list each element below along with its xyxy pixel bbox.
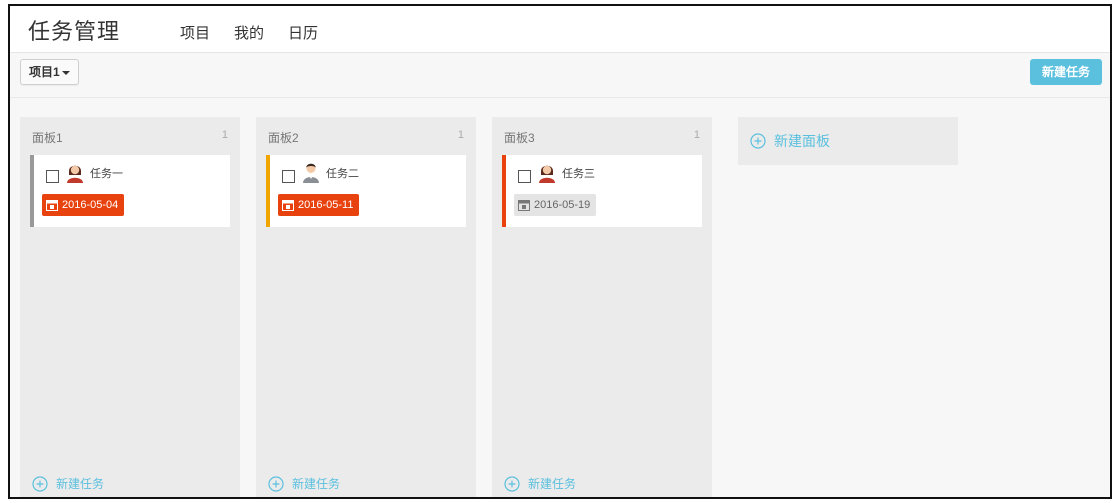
task-checkbox[interactable] bbox=[282, 170, 295, 183]
plus-circle-icon bbox=[504, 475, 520, 492]
project-dropdown[interactable]: 项目1 bbox=[20, 59, 79, 85]
header: 任务管理 项目 我的 日历 bbox=[10, 6, 1110, 53]
board-title: 面板3 bbox=[504, 131, 535, 145]
new-task-button[interactable]: 新建任务 bbox=[1029, 59, 1102, 85]
board-1: 面板1 1 任务一 2016-05-04 新建任务 bbox=[20, 117, 240, 497]
board-2: 面板2 1 任务二 2016-05-11 新建任务 bbox=[256, 117, 476, 497]
caret-down-icon bbox=[61, 70, 70, 75]
task-checkbox[interactable] bbox=[518, 170, 531, 183]
due-date-text: 2016-05-04 bbox=[62, 199, 119, 211]
female-avatar-icon bbox=[67, 165, 83, 183]
plus-circle-icon bbox=[268, 475, 284, 492]
nav-item-calendar[interactable]: 日历 bbox=[288, 22, 318, 43]
task-card[interactable]: 任务二 2016-05-11 bbox=[266, 155, 466, 227]
board-3: 面板3 1 任务三 2016-05-19 新建任务 bbox=[492, 117, 712, 497]
add-task-button[interactable]: 新建任务 bbox=[268, 475, 340, 492]
due-date-text: 2016-05-11 bbox=[298, 199, 354, 211]
calendar-icon bbox=[46, 200, 58, 211]
top-nav: 项目 我的 日历 bbox=[180, 22, 318, 43]
project-dropdown-label: 项目1 bbox=[29, 65, 60, 79]
add-task-button[interactable]: 新建任务 bbox=[32, 475, 104, 492]
female-avatar-icon bbox=[539, 165, 555, 183]
board-title: 面板2 bbox=[268, 131, 299, 145]
add-task-label: 新建任务 bbox=[528, 477, 577, 491]
due-date-badge[interactable]: 2016-05-11 bbox=[278, 194, 360, 216]
nav-item-mine[interactable]: 我的 bbox=[234, 22, 264, 43]
plus-circle-icon bbox=[750, 133, 766, 149]
board-count: 1 bbox=[457, 129, 464, 141]
add-task-button[interactable]: 新建任务 bbox=[504, 475, 576, 492]
add-task-label: 新建任务 bbox=[292, 477, 341, 491]
board-title: 面板1 bbox=[32, 131, 63, 145]
new-board-button[interactable]: 新建面板 bbox=[738, 117, 958, 165]
calendar-icon bbox=[518, 200, 530, 211]
priority-stripe bbox=[30, 155, 34, 227]
calendar-icon bbox=[282, 200, 294, 211]
priority-stripe bbox=[502, 155, 506, 227]
board-count: 1 bbox=[221, 129, 228, 141]
task-name: 任务二 bbox=[326, 168, 359, 180]
task-card[interactable]: 任务一 2016-05-04 bbox=[30, 155, 230, 227]
male-avatar-icon bbox=[303, 163, 319, 183]
board-count: 1 bbox=[693, 129, 700, 141]
due-date-badge[interactable]: 2016-05-04 bbox=[42, 194, 125, 216]
task-name: 任务一 bbox=[90, 168, 123, 180]
toolbar: 项目1 新建任务 bbox=[10, 53, 1110, 98]
page-title: 任务管理 bbox=[28, 19, 121, 44]
task-checkbox[interactable] bbox=[46, 170, 59, 183]
priority-stripe bbox=[266, 155, 270, 227]
plus-circle-icon bbox=[32, 475, 48, 492]
app-window: 任务管理 项目 我的 日历 项目1 新建任务 面板1 1 任务一 2016-05… bbox=[8, 4, 1112, 499]
new-board-label: 新建面板 bbox=[774, 133, 830, 149]
add-task-label: 新建任务 bbox=[56, 477, 105, 491]
task-card[interactable]: 任务三 2016-05-19 bbox=[502, 155, 702, 227]
due-date-text: 2016-05-19 bbox=[534, 199, 591, 211]
due-date-badge[interactable]: 2016-05-19 bbox=[514, 194, 597, 216]
nav-item-projects[interactable]: 项目 bbox=[180, 22, 210, 43]
task-name: 任务三 bbox=[562, 168, 595, 180]
